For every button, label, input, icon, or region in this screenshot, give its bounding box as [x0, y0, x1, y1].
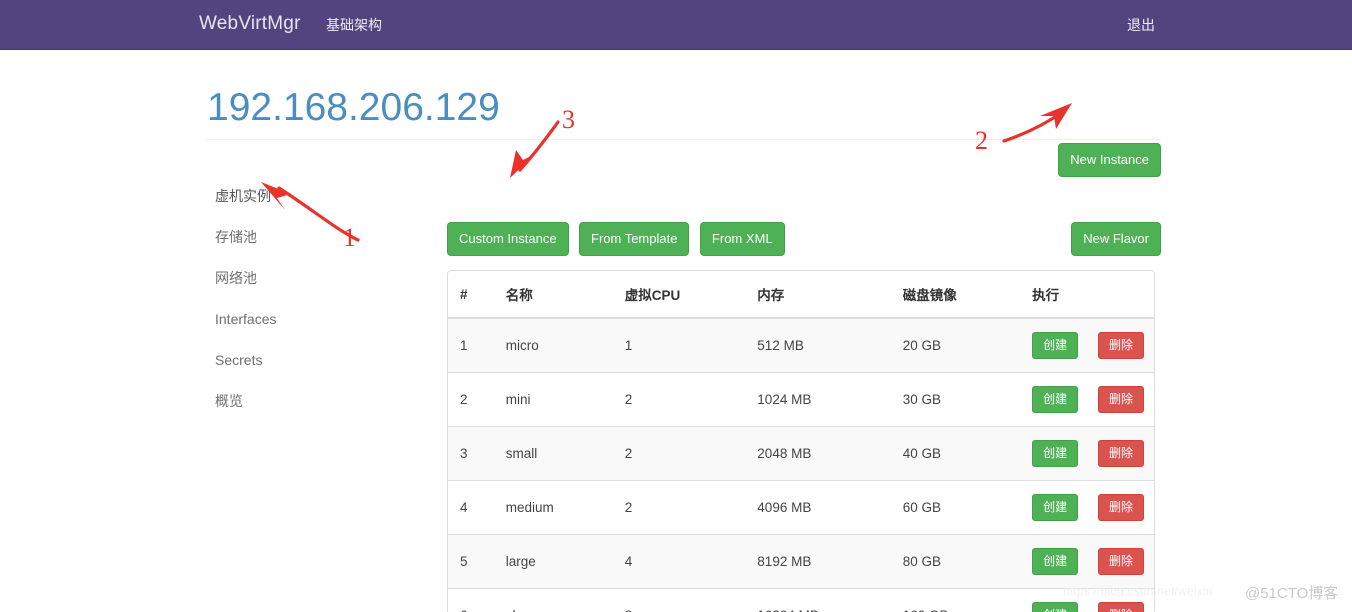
sidebar-item-overview[interactable]: 概览 — [207, 381, 427, 422]
column-header-action: 执行 — [1020, 271, 1154, 319]
table-head: # 名称 虚拟CPU 内存 磁盘镜像 执行 — [448, 271, 1154, 319]
cell-vcpu: 8 — [612, 588, 746, 612]
app-page: WebVirtMgr 基础架构 退出 192.168.206.129 虚机实例 … — [0, 0, 1352, 612]
content-container: 192.168.206.129 虚机实例 存储池 网络池 Interfaces … — [199, 50, 1169, 612]
navbar-inner: WebVirtMgr 基础架构 退出 — [191, 0, 1161, 50]
cell-vcpu: 1 — [612, 317, 746, 373]
delete-button[interactable]: 删除 — [1097, 548, 1144, 575]
cell-name: small — [493, 426, 613, 481]
delete-button[interactable]: 删除 — [1097, 332, 1144, 359]
nav-item-infrastructure[interactable]: 基础架构 — [326, 16, 382, 34]
from-xml-button[interactable]: From XML — [699, 222, 785, 256]
cell-name: medium — [493, 480, 613, 535]
cell-disk: 80 GB — [890, 534, 1021, 589]
cell-vcpu: 4 — [612, 534, 746, 589]
cell-vcpu: 2 — [612, 372, 746, 427]
top-navbar: WebVirtMgr 基础架构 退出 — [0, 0, 1352, 50]
sidebar-nav: 虚机实例 存储池 网络池 Interfaces Secrets 概览 — [207, 176, 427, 422]
cell-memory: 8192 MB — [745, 534, 891, 589]
delete-button[interactable]: 删除 — [1097, 386, 1144, 413]
cell-actions: 创建 删除 — [1020, 534, 1154, 589]
cell-disk: 60 GB — [890, 480, 1021, 535]
cell-vcpu: 2 — [612, 426, 746, 481]
watermark-url: https://blog.csdn.net/weixin — [1063, 584, 1213, 598]
delete-button[interactable]: 删除 — [1097, 494, 1144, 521]
column-header-name: 名称 — [493, 271, 613, 319]
cell-index: 6 — [448, 588, 494, 612]
column-header-memory: 内存 — [745, 271, 891, 319]
instance-source-button-group: Custom Instance From Template From XML — [447, 222, 791, 256]
cell-index: 2 — [448, 372, 494, 427]
table-row: 5 large 4 8192 MB 80 GB 创建 删除 — [448, 534, 1154, 589]
brand-logo[interactable]: WebVirtMgr — [199, 14, 301, 34]
flavors-table-wrapper: # 名称 虚拟CPU 内存 磁盘镜像 执行 1 micro 1 512 MB 2… — [447, 270, 1155, 612]
custom-instance-button[interactable]: Custom Instance — [447, 222, 569, 256]
cell-memory: 16384 MB — [745, 588, 891, 612]
watermark-brand: @51CTO博客 — [1245, 585, 1339, 602]
create-button[interactable]: 创建 — [1032, 548, 1079, 575]
table-body: 1 micro 1 512 MB 20 GB 创建 删除 2 mini 2 10… — [448, 317, 1154, 612]
cell-name: micro — [493, 317, 613, 373]
table-header-row: # 名称 虚拟CPU 内存 磁盘镜像 执行 — [448, 271, 1154, 319]
page-title: 192.168.206.129 — [207, 86, 500, 129]
delete-button[interactable]: 删除 — [1097, 440, 1144, 467]
table-row: 2 mini 2 1024 MB 30 GB 创建 删除 — [448, 372, 1154, 427]
cell-name: xlarge — [493, 588, 613, 612]
cell-index: 4 — [448, 480, 494, 535]
sidebar-item-instances[interactable]: 虚机实例 — [207, 176, 427, 217]
create-button[interactable]: 创建 — [1032, 602, 1079, 612]
cell-disk: 40 GB — [890, 426, 1021, 481]
table-row: 3 small 2 2048 MB 40 GB 创建 删除 — [448, 426, 1154, 481]
cell-index: 1 — [448, 317, 494, 373]
delete-button[interactable]: 删除 — [1097, 602, 1144, 612]
page-header: 192.168.206.129 — [207, 86, 1161, 140]
cell-actions: 创建 删除 — [1020, 372, 1154, 427]
cell-memory: 2048 MB — [745, 426, 891, 481]
create-button[interactable]: 创建 — [1032, 332, 1079, 359]
cell-disk: 30 GB — [890, 372, 1021, 427]
cell-memory: 512 MB — [745, 317, 891, 373]
cell-index: 5 — [448, 534, 494, 589]
cell-disk: 160 GB — [890, 588, 1021, 612]
from-template-button[interactable]: From Template — [579, 222, 690, 256]
cell-actions: 创建 删除 — [1020, 426, 1154, 481]
sidebar-item-networks[interactable]: 网络池 — [207, 258, 427, 299]
cell-disk: 20 GB — [890, 317, 1021, 373]
cell-actions: 创建 删除 — [1020, 317, 1154, 373]
new-instance-button[interactable]: New Instance — [1058, 143, 1161, 177]
column-header-vcpu: 虚拟CPU — [612, 271, 746, 319]
sidebar-item-interfaces[interactable]: Interfaces — [207, 299, 427, 340]
cell-name: mini — [493, 372, 613, 427]
create-button[interactable]: 创建 — [1032, 440, 1079, 467]
table-row: 4 medium 2 4096 MB 60 GB 创建 删除 — [448, 480, 1154, 535]
cell-name: large — [493, 534, 613, 589]
create-button[interactable]: 创建 — [1032, 386, 1079, 413]
cell-memory: 1024 MB — [745, 372, 891, 427]
cell-memory: 4096 MB — [745, 480, 891, 535]
column-header-index: # — [448, 271, 494, 319]
table-row: 6 xlarge 8 16384 MB 160 GB 创建 删除 — [448, 588, 1154, 612]
logout-link[interactable]: 退出 — [1127, 16, 1155, 34]
new-flavor-button[interactable]: New Flavor — [1071, 222, 1161, 256]
column-header-disk: 磁盘镜像 — [890, 271, 1021, 319]
table-row: 1 micro 1 512 MB 20 GB 创建 删除 — [448, 317, 1154, 373]
cell-vcpu: 2 — [612, 480, 746, 535]
flavors-table: # 名称 虚拟CPU 内存 磁盘镜像 执行 1 micro 1 512 MB 2… — [448, 271, 1154, 612]
sidebar-item-storages[interactable]: 存储池 — [207, 217, 427, 258]
cell-actions: 创建 删除 — [1020, 480, 1154, 535]
sidebar-item-secrets[interactable]: Secrets — [207, 340, 427, 381]
cell-index: 3 — [448, 426, 494, 481]
create-button[interactable]: 创建 — [1032, 494, 1079, 521]
